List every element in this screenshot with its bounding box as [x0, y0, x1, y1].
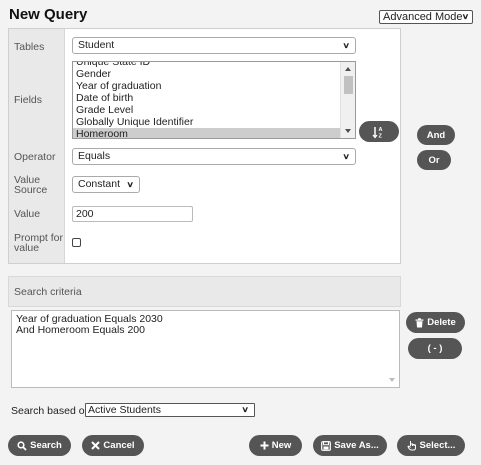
prompt-label: Prompt for value [14, 233, 63, 254]
chevron-down-icon: ∨ [342, 41, 351, 50]
search-criteria-header: Search criteria [8, 276, 401, 307]
tables-label: Tables [14, 41, 45, 53]
new-button-label: New [271, 440, 292, 451]
chevron-down-icon: ∨ [126, 180, 135, 189]
plus-icon [260, 441, 269, 450]
fields-list-item[interactable]: Grade Level [73, 104, 341, 116]
scroll-up-icon[interactable] [345, 67, 351, 71]
value-source-select-value: Constant [78, 178, 121, 190]
query-form-panel: Tables Student ∨ Fields Unique State ID G… [8, 28, 401, 264]
close-icon [91, 441, 101, 450]
new-button[interactable]: New [249, 435, 302, 456]
tables-select[interactable]: Student ∨ [72, 37, 356, 54]
search-based-on-select[interactable]: Active Students ∨ [85, 403, 255, 417]
value-input[interactable]: 200 [72, 206, 193, 222]
scrollbar-thumb[interactable] [344, 76, 353, 94]
fields-list-item[interactable]: Homeroom [73, 128, 341, 138]
value-source-label: Value Source [14, 175, 48, 196]
sort-fields-button[interactable]: A Z [359, 121, 399, 142]
fields-list-item[interactable]: Gender [73, 68, 341, 80]
fields-listbox[interactable]: Unique State ID Gender Year of graduation D… [72, 61, 356, 139]
label-column [9, 29, 65, 263]
operator-select-value: Equals [78, 150, 111, 162]
chevron-down-icon: ∨ [241, 405, 250, 414]
save-as-button-label: Save As... [334, 440, 379, 451]
value-source-select[interactable]: Constant ∨ [72, 176, 140, 193]
scroll-down-icon[interactable] [345, 129, 351, 133]
operator-select[interactable]: Equals ∨ [72, 148, 356, 165]
cancel-button-label: Cancel [103, 440, 135, 451]
operator-label: Operator [14, 151, 56, 163]
fields-list: Unique State ID Gender Year of graduation D… [73, 62, 341, 138]
search-based-on-label: Search based on [11, 405, 91, 417]
fields-list-item[interactable]: Unique State ID [73, 62, 341, 68]
value-label: Value [14, 208, 41, 220]
fields-list-item[interactable]: Year of graduation [73, 80, 341, 92]
and-button[interactable]: And [417, 125, 455, 145]
select-button[interactable]: Select... [397, 435, 465, 456]
or-button-label: Or [428, 154, 440, 166]
chevron-down-icon: ∨ [461, 12, 470, 21]
pointer-hand-icon [406, 441, 416, 451]
sort-az-icon: A Z [372, 126, 383, 139]
tables-select-value: Student [78, 39, 115, 51]
delete-button[interactable]: Delete [406, 312, 465, 333]
prompt-checkbox[interactable] [72, 238, 81, 247]
save-icon [321, 440, 332, 451]
fields-scrollbar[interactable] [340, 62, 355, 138]
trash-icon [415, 317, 424, 327]
select-button-label: Select... [419, 440, 456, 451]
cancel-button[interactable]: Cancel [82, 435, 144, 456]
page-title: New Query [9, 6, 88, 23]
group-button-label: ( - ) [427, 343, 443, 354]
delete-button-label: Delete [427, 317, 456, 328]
save-as-button[interactable]: Save As... [313, 435, 387, 456]
scroll-down-icon[interactable] [389, 378, 395, 382]
mode-select[interactable]: Advanced Mode ∨ [379, 10, 473, 24]
chevron-down-icon: ∨ [342, 152, 351, 161]
criteria-scrollbar[interactable] [386, 311, 399, 387]
fields-list-item[interactable]: Date of birth [73, 92, 341, 104]
fields-label: Fields [14, 94, 43, 106]
search-button-label: Search [30, 440, 62, 451]
search-button[interactable]: Search [8, 435, 71, 456]
fields-list-item[interactable]: Globally Unique Identifier [73, 116, 341, 128]
search-based-on-value: Active Students [88, 404, 161, 416]
or-button[interactable]: Or [417, 150, 451, 170]
and-button-label: And [426, 129, 446, 141]
svg-text:A: A [379, 127, 383, 133]
search-icon [17, 440, 27, 451]
prompt-label-line2: value [14, 242, 40, 254]
svg-text:Z: Z [379, 133, 383, 139]
mode-select-value: Advanced Mode [383, 11, 463, 23]
criteria-line: And Homeroom Equals 200 [16, 324, 145, 336]
search-criteria-list[interactable]: Year of graduation Equals 2030 And Homer… [11, 310, 400, 388]
value-source-label-line2: Source [14, 184, 48, 196]
group-button[interactable]: ( - ) [408, 338, 462, 359]
